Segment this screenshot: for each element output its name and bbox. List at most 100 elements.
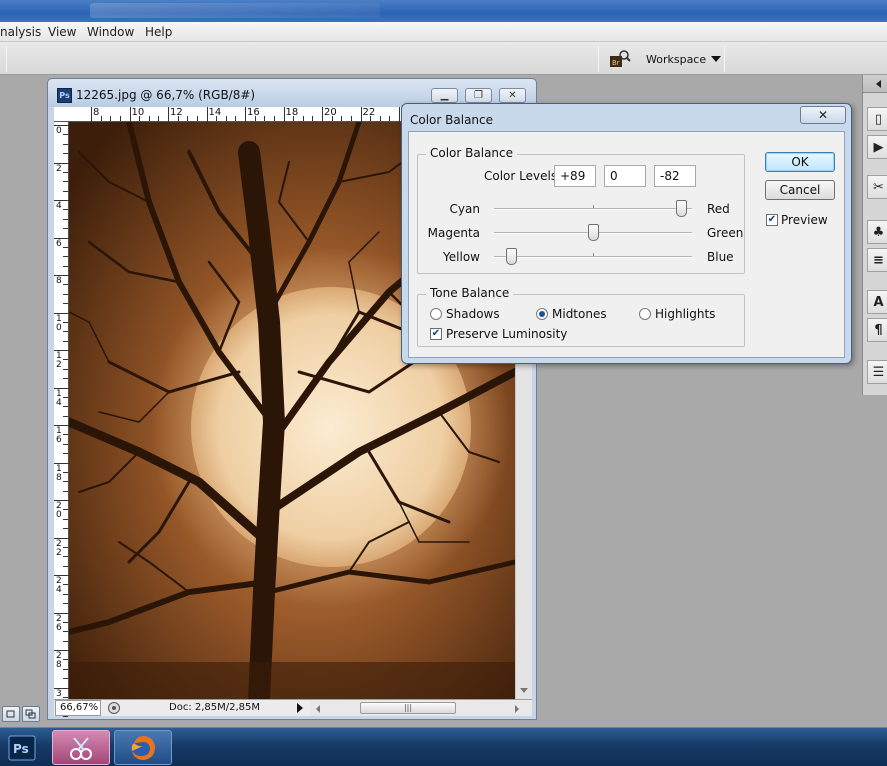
dock-header[interactable] bbox=[863, 75, 887, 93]
photoshop-icon: Ps bbox=[8, 735, 36, 760]
preview-checkbox[interactable]: ✔ bbox=[766, 214, 778, 226]
level-magenta-green-input[interactable]: 0 bbox=[604, 165, 646, 187]
ruler-minor-tick bbox=[158, 116, 160, 121]
slider-label-magenta: Magenta bbox=[427, 226, 480, 240]
preserve-luminosity-checkbox[interactable]: ✔ bbox=[430, 328, 442, 340]
slider-label-green: Green bbox=[707, 226, 744, 240]
ruler-minor-tick bbox=[312, 116, 314, 121]
photoshop-doc-icon: Ps bbox=[57, 88, 72, 103]
firefox-icon bbox=[131, 735, 155, 760]
chevron-down-icon bbox=[711, 56, 722, 62]
document-title: 12265.jpg @ 66,7% (RGB/8#) bbox=[76, 88, 256, 102]
options-bar: Br Workspace bbox=[0, 42, 887, 75]
midtones-radio[interactable] bbox=[536, 308, 548, 320]
dialog-close-button[interactable]: ✕ bbox=[800, 106, 846, 124]
ruler-minor-tick bbox=[63, 303, 68, 305]
cyan-red-slider-thumb[interactable] bbox=[675, 200, 687, 217]
preserve-luminosity-label[interactable]: Preserve Luminosity bbox=[446, 327, 567, 341]
dock-history-button[interactable]: ▯ bbox=[867, 107, 887, 131]
ruler-minor-tick bbox=[350, 116, 352, 121]
bridge-button[interactable]: Br bbox=[608, 48, 632, 70]
cancel-button[interactable]: Cancel bbox=[765, 180, 835, 200]
dock-brushes-button[interactable]: ♣ bbox=[867, 220, 887, 244]
restore-button[interactable]: ❐ bbox=[465, 88, 492, 103]
ruler-minor-tick bbox=[63, 265, 68, 267]
ruler-minor-tick bbox=[63, 668, 68, 670]
midtones-label[interactable]: Midtones bbox=[552, 307, 607, 321]
slider-label-yellow: Yellow bbox=[443, 250, 480, 264]
maximize-mini-button[interactable] bbox=[22, 706, 40, 722]
preview-label[interactable]: Preview bbox=[781, 213, 828, 227]
magenta-green-slider-thumb[interactable] bbox=[587, 224, 599, 241]
dock-actions-button[interactable]: ▶ bbox=[867, 135, 887, 159]
history-icon: ▯ bbox=[874, 111, 883, 127]
slider-label-red: Red bbox=[707, 202, 730, 216]
ruler-label: 6 bbox=[56, 238, 62, 249]
ruler-label: 8 bbox=[56, 276, 62, 286]
dock-clone-button[interactable]: ≡ bbox=[867, 248, 887, 272]
ok-button[interactable]: OK bbox=[765, 152, 835, 172]
level-yellow-blue-input[interactable]: -82 bbox=[654, 165, 696, 187]
ruler-minor-tick bbox=[63, 659, 68, 661]
minimize-button[interactable]: ▁ bbox=[431, 88, 458, 103]
dock-notes-button[interactable]: ☰ bbox=[867, 360, 887, 384]
ruler-label: 20 bbox=[56, 501, 62, 520]
ruler-minor-tick bbox=[225, 116, 227, 121]
close-icon: ✕ bbox=[508, 90, 517, 101]
ruler-minor-tick bbox=[110, 116, 112, 121]
status-menu-arrow-icon[interactable] bbox=[296, 702, 304, 717]
dock-tools-button[interactable]: ✂ bbox=[867, 175, 887, 199]
menu-help[interactable]: Help bbox=[145, 25, 172, 39]
dock-paragraph-button[interactable]: ¶ bbox=[867, 318, 887, 342]
status-info-icon[interactable] bbox=[107, 701, 121, 718]
ruler-minor-tick bbox=[331, 116, 333, 121]
document-status-bar: 66,67% Doc: 2,85M/2,85M ||| bbox=[54, 699, 532, 716]
ruler-label: 8 bbox=[93, 107, 100, 118]
taskbar-snipping-tool-button[interactable] bbox=[52, 730, 110, 765]
vertical-ruler[interactable]: 02468101214161820222426283 bbox=[54, 122, 69, 717]
horizontal-scrollbar[interactable]: ||| bbox=[310, 701, 532, 716]
menu-analysis[interactable]: nalysis bbox=[0, 25, 41, 39]
close-button[interactable]: ✕ bbox=[499, 88, 526, 103]
tone-balance-group-label: Tone Balance bbox=[426, 286, 514, 300]
document-size-info: Doc: 2,85M/2,85M bbox=[169, 702, 261, 713]
ruler-label: 18 bbox=[285, 107, 299, 118]
ruler-label: 22 bbox=[56, 538, 62, 558]
horizontal-scroll-thumb[interactable]: ||| bbox=[360, 702, 456, 714]
color-levels-label: Color Levels: bbox=[484, 169, 562, 183]
ruler-minor-tick bbox=[63, 556, 68, 558]
ruler-minor-tick bbox=[63, 434, 68, 436]
ruler-label: 12 bbox=[170, 107, 183, 118]
ruler-minor-tick bbox=[63, 481, 68, 483]
highlights-radio[interactable] bbox=[639, 308, 651, 320]
zoom-level-field[interactable]: 66,67% bbox=[55, 700, 101, 716]
dock-character-button[interactable]: A bbox=[867, 290, 887, 314]
highlights-label[interactable]: Highlights bbox=[655, 307, 715, 321]
ruler-minor-tick bbox=[379, 116, 381, 121]
taskbar-photoshop-button[interactable]: Ps bbox=[2, 730, 42, 765]
menu-view[interactable]: View bbox=[48, 25, 76, 39]
ruler-minor-tick bbox=[63, 518, 68, 520]
shadows-radio[interactable] bbox=[430, 308, 442, 320]
restore-mini-button[interactable] bbox=[2, 706, 20, 722]
slider-label-blue: Blue bbox=[707, 250, 734, 264]
workspace-menu-button[interactable]: Workspace bbox=[642, 49, 725, 69]
close-icon: ✕ bbox=[817, 108, 829, 122]
slider-label-cyan: Cyan bbox=[449, 202, 480, 216]
cyan-red-track[interactable] bbox=[494, 205, 692, 210]
minimized-window-buttons bbox=[0, 703, 44, 725]
shadows-label[interactable]: Shadows bbox=[446, 307, 500, 321]
taskbar-firefox-button[interactable] bbox=[114, 730, 172, 765]
menu-window[interactable]: Window bbox=[87, 25, 134, 39]
scroll-right-arrow-icon[interactable] bbox=[512, 702, 522, 716]
scroll-left-arrow-icon[interactable] bbox=[313, 702, 323, 716]
level-cyan-red-input[interactable]: +89 bbox=[554, 165, 596, 187]
ruler-minor-tick bbox=[187, 116, 189, 121]
yellow-blue-slider-thumb[interactable] bbox=[506, 248, 518, 265]
ruler-minor-tick bbox=[63, 631, 68, 633]
ruler-minor-tick bbox=[63, 368, 68, 370]
tone-balance-group: Tone Balance Shadows Midtones Highlights… bbox=[417, 286, 745, 347]
options-separator bbox=[724, 46, 725, 72]
ruler-minor-tick bbox=[177, 116, 179, 121]
yellow-blue-track[interactable] bbox=[494, 253, 692, 258]
